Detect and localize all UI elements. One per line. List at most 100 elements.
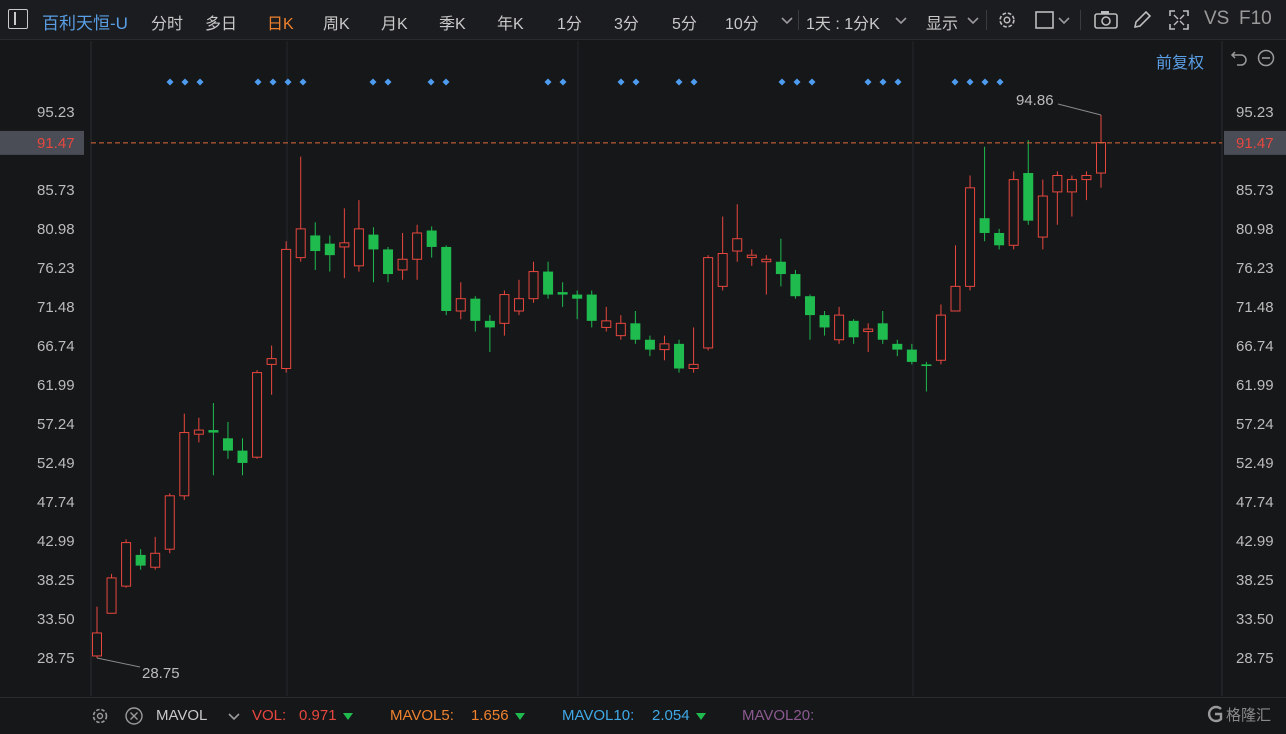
candle-body (135, 554, 146, 566)
candle (324, 235, 335, 272)
event-marker-diamond (181, 78, 189, 86)
event-marker-diamond (544, 78, 552, 86)
candle-body (252, 372, 263, 458)
candle-body (353, 228, 364, 267)
candle (106, 573, 117, 614)
candle (819, 311, 830, 336)
indicator-close-icon[interactable] (124, 706, 144, 726)
candle-body (1037, 195, 1048, 238)
candle-body (834, 314, 845, 341)
display-menu[interactable]: 显示 (926, 10, 958, 34)
y-tick-label-left: 80.98 (37, 221, 75, 238)
layout-chevron-icon[interactable] (1058, 15, 1070, 27)
layout-square-icon[interactable] (1034, 9, 1056, 31)
y-tick-label-right: 28.75 (1236, 650, 1274, 667)
tab-5min[interactable]: 5分 (672, 10, 697, 34)
event-marker-diamond (981, 78, 989, 86)
divider (1080, 10, 1081, 30)
tab-3min[interactable]: 3分 (614, 10, 639, 34)
event-marker-diamond (166, 78, 174, 86)
tab-niank[interactable]: 年K (497, 10, 524, 34)
candle (353, 200, 364, 272)
candle-body (950, 285, 961, 312)
candle (921, 361, 932, 392)
candle (1037, 179, 1048, 250)
indicator-settings-gear-icon[interactable] (90, 706, 110, 726)
candle (266, 345, 277, 395)
candle-body (150, 552, 161, 568)
candle-body (1096, 142, 1106, 174)
mavol5-value: 1.656 (471, 707, 509, 724)
candle (615, 315, 626, 340)
candle (994, 228, 1005, 250)
candle (368, 227, 379, 283)
candle (208, 402, 219, 476)
candle-body (441, 246, 452, 312)
price-axis: 95.23 95.23 91.47 91.47 85.73 85.73 80.98 80.98… (0, 104, 1286, 667)
y-tick-label-left: 91.47 (37, 135, 75, 152)
indicator-chevron-icon[interactable] (227, 711, 241, 723)
y-tick-label-right: 42.99 (1236, 533, 1274, 550)
tab-jik[interactable]: 季K (439, 10, 466, 34)
fullscreen-icon[interactable] (1168, 9, 1190, 31)
candle-body (426, 230, 437, 247)
candle (1081, 171, 1092, 201)
candle-body (92, 632, 102, 657)
indicator-name[interactable]: MAVOL (156, 707, 207, 724)
candle (1023, 140, 1034, 225)
high-leader-line (1057, 103, 1102, 116)
candle-body (732, 238, 743, 252)
tab-duori[interactable]: 多日 (205, 10, 237, 34)
display-chevron-icon[interactable] (966, 15, 980, 27)
y-tick-label-left: 66.74 (37, 338, 75, 355)
candle-body (586, 294, 597, 321)
candle (164, 493, 175, 554)
pen-icon[interactable] (1131, 9, 1153, 31)
interval-chevron-icon[interactable] (894, 15, 908, 27)
event-marker-diamond (284, 78, 292, 86)
candlestick-chart[interactable]: 95.23 95.23 91.47 91.47 85.73 85.73 80.98 80.98… (0, 41, 1286, 697)
tab-yuek[interactable]: 月K (381, 10, 408, 34)
candle-body (368, 234, 379, 250)
compare-button[interactable]: VS (1204, 8, 1229, 30)
event-marker-diamond (675, 78, 683, 86)
tab-zhouk[interactable]: 周K (323, 10, 350, 34)
panel-toggle-icon[interactable] (8, 9, 28, 29)
y-tick-label-right: 57.24 (1236, 416, 1274, 433)
interval-selector[interactable]: 1天 : 1分K (806, 10, 880, 34)
tab-fenshi[interactable]: 分时 (151, 10, 183, 34)
candle (339, 208, 350, 279)
y-tick-label-right: 52.49 (1236, 455, 1274, 472)
y-tick-label-right: 91.47 (1236, 135, 1274, 152)
candle-body (1052, 174, 1063, 193)
divider (986, 10, 987, 30)
tab-10min[interactable]: 10分 (725, 10, 759, 34)
candle (1052, 171, 1063, 225)
candle-body (717, 253, 728, 287)
y-tick-label-left: 85.73 (37, 182, 75, 199)
tab-rik[interactable]: 日K (267, 10, 294, 34)
candle (644, 335, 655, 357)
candle-body (281, 248, 292, 369)
candle-body (470, 298, 481, 321)
camera-icon[interactable] (1093, 9, 1119, 31)
candle (601, 306, 612, 332)
candle (746, 249, 757, 266)
candle (557, 282, 568, 307)
f10-button[interactable]: F10 (1239, 8, 1272, 30)
vol-label: VOL: (252, 707, 287, 724)
logo-text: 格隆汇 (1226, 707, 1272, 724)
more-periods-chevron-icon[interactable] (780, 15, 794, 27)
candle-body (601, 320, 612, 328)
candle (281, 241, 292, 373)
tab-1min[interactable]: 1分 (557, 10, 582, 34)
y-tick-label-right: 38.25 (1236, 572, 1274, 589)
stock-name[interactable]: 百利天恒-U (42, 9, 128, 34)
candle-body (193, 429, 204, 435)
event-marker-diamond (617, 78, 625, 86)
candle-body (775, 261, 786, 275)
gear-icon[interactable] (995, 9, 1019, 31)
low-price-label: 28.75 (142, 665, 180, 682)
event-marker-diamond (442, 78, 450, 86)
candle-body (1066, 179, 1077, 193)
